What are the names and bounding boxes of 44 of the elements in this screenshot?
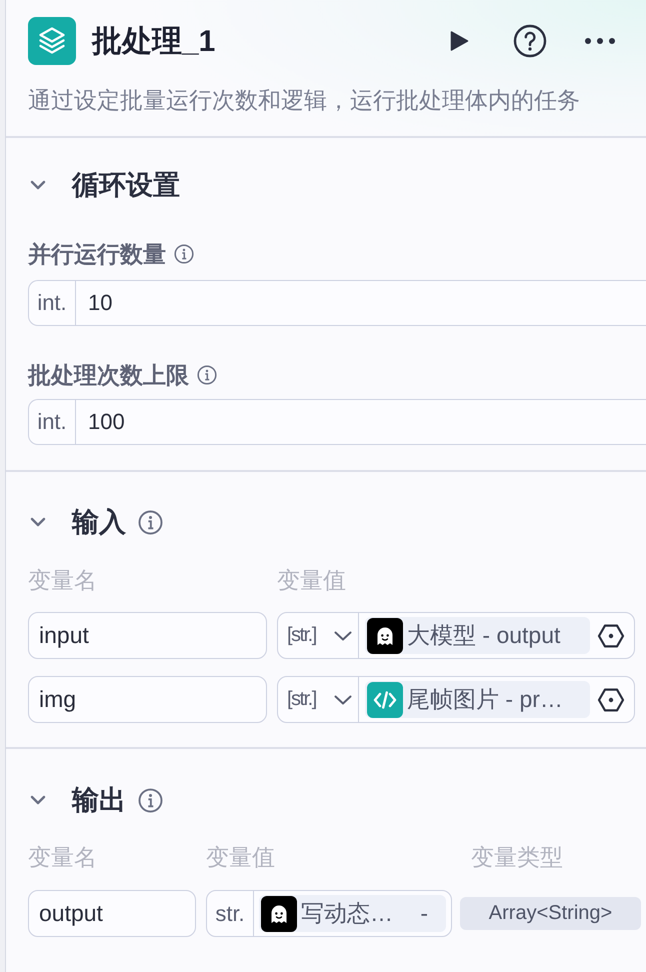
variable-value-field[interactable]: [str.] 大模型 - output (277, 612, 635, 659)
chevron-icon[interactable] (30, 517, 46, 527)
reference-tag[interactable]: 大模型 - output (365, 617, 590, 654)
column-header: 变量名 (28, 844, 97, 870)
column-header: 变量类型 (471, 844, 563, 870)
node-description: 通过设定批量运行次数和逻辑，运行批处理体内的任务 (28, 87, 581, 113)
chevron-icon (334, 630, 352, 640)
chevron-icon[interactable] (30, 795, 46, 805)
reference-tag[interactable]: 写动态… - (259, 895, 446, 932)
type-tag: Array<String> (460, 897, 641, 930)
ghost-icon (367, 618, 403, 654)
column-header: 变量值 (277, 567, 346, 593)
field-label: 批处理次数上限 (28, 360, 189, 390)
reference-tag[interactable]: 尾帧图片 - pr… (365, 681, 590, 718)
type-select[interactable]: [str.] (278, 677, 359, 722)
type-label: int. (29, 281, 76, 325)
play-icon[interactable] (449, 30, 469, 52)
hexagon-icon[interactable] (597, 686, 625, 714)
section-title: 循环设置 (72, 169, 180, 202)
dash-text: - (420, 900, 429, 927)
variable-value-field[interactable]: str. 写动态… - (206, 890, 452, 937)
variable-value-field[interactable]: [str.] 尾帧图片 - pr… (277, 676, 635, 723)
ghost-icon (261, 896, 297, 932)
chevron-icon (334, 694, 352, 704)
type-label: str. (207, 891, 254, 936)
hexagon-icon[interactable] (597, 622, 625, 650)
code-icon (367, 682, 403, 718)
type-select[interactable]: [str.] (278, 613, 359, 658)
layers-icon (28, 17, 76, 65)
help-icon[interactable] (513, 24, 547, 58)
number-field[interactable]: int. 100 (28, 399, 646, 445)
variable-name-field[interactable]: input (28, 612, 267, 659)
type-label: int. (29, 400, 76, 444)
section-title: 输出 (72, 784, 126, 817)
variable-name-field[interactable]: output (28, 890, 196, 937)
column-header: 变量值 (206, 844, 275, 870)
chevron-icon[interactable] (30, 180, 46, 190)
field-label: 并行运行数量 (28, 240, 166, 268)
number-field[interactable]: int. 10 (28, 280, 646, 326)
more-icon[interactable] (584, 37, 616, 45)
node-title: 批处理_1 (92, 24, 216, 60)
section-title: 输入 (72, 506, 126, 539)
column-header: 变量名 (28, 567, 97, 593)
variable-name-field[interactable]: img (28, 676, 267, 723)
